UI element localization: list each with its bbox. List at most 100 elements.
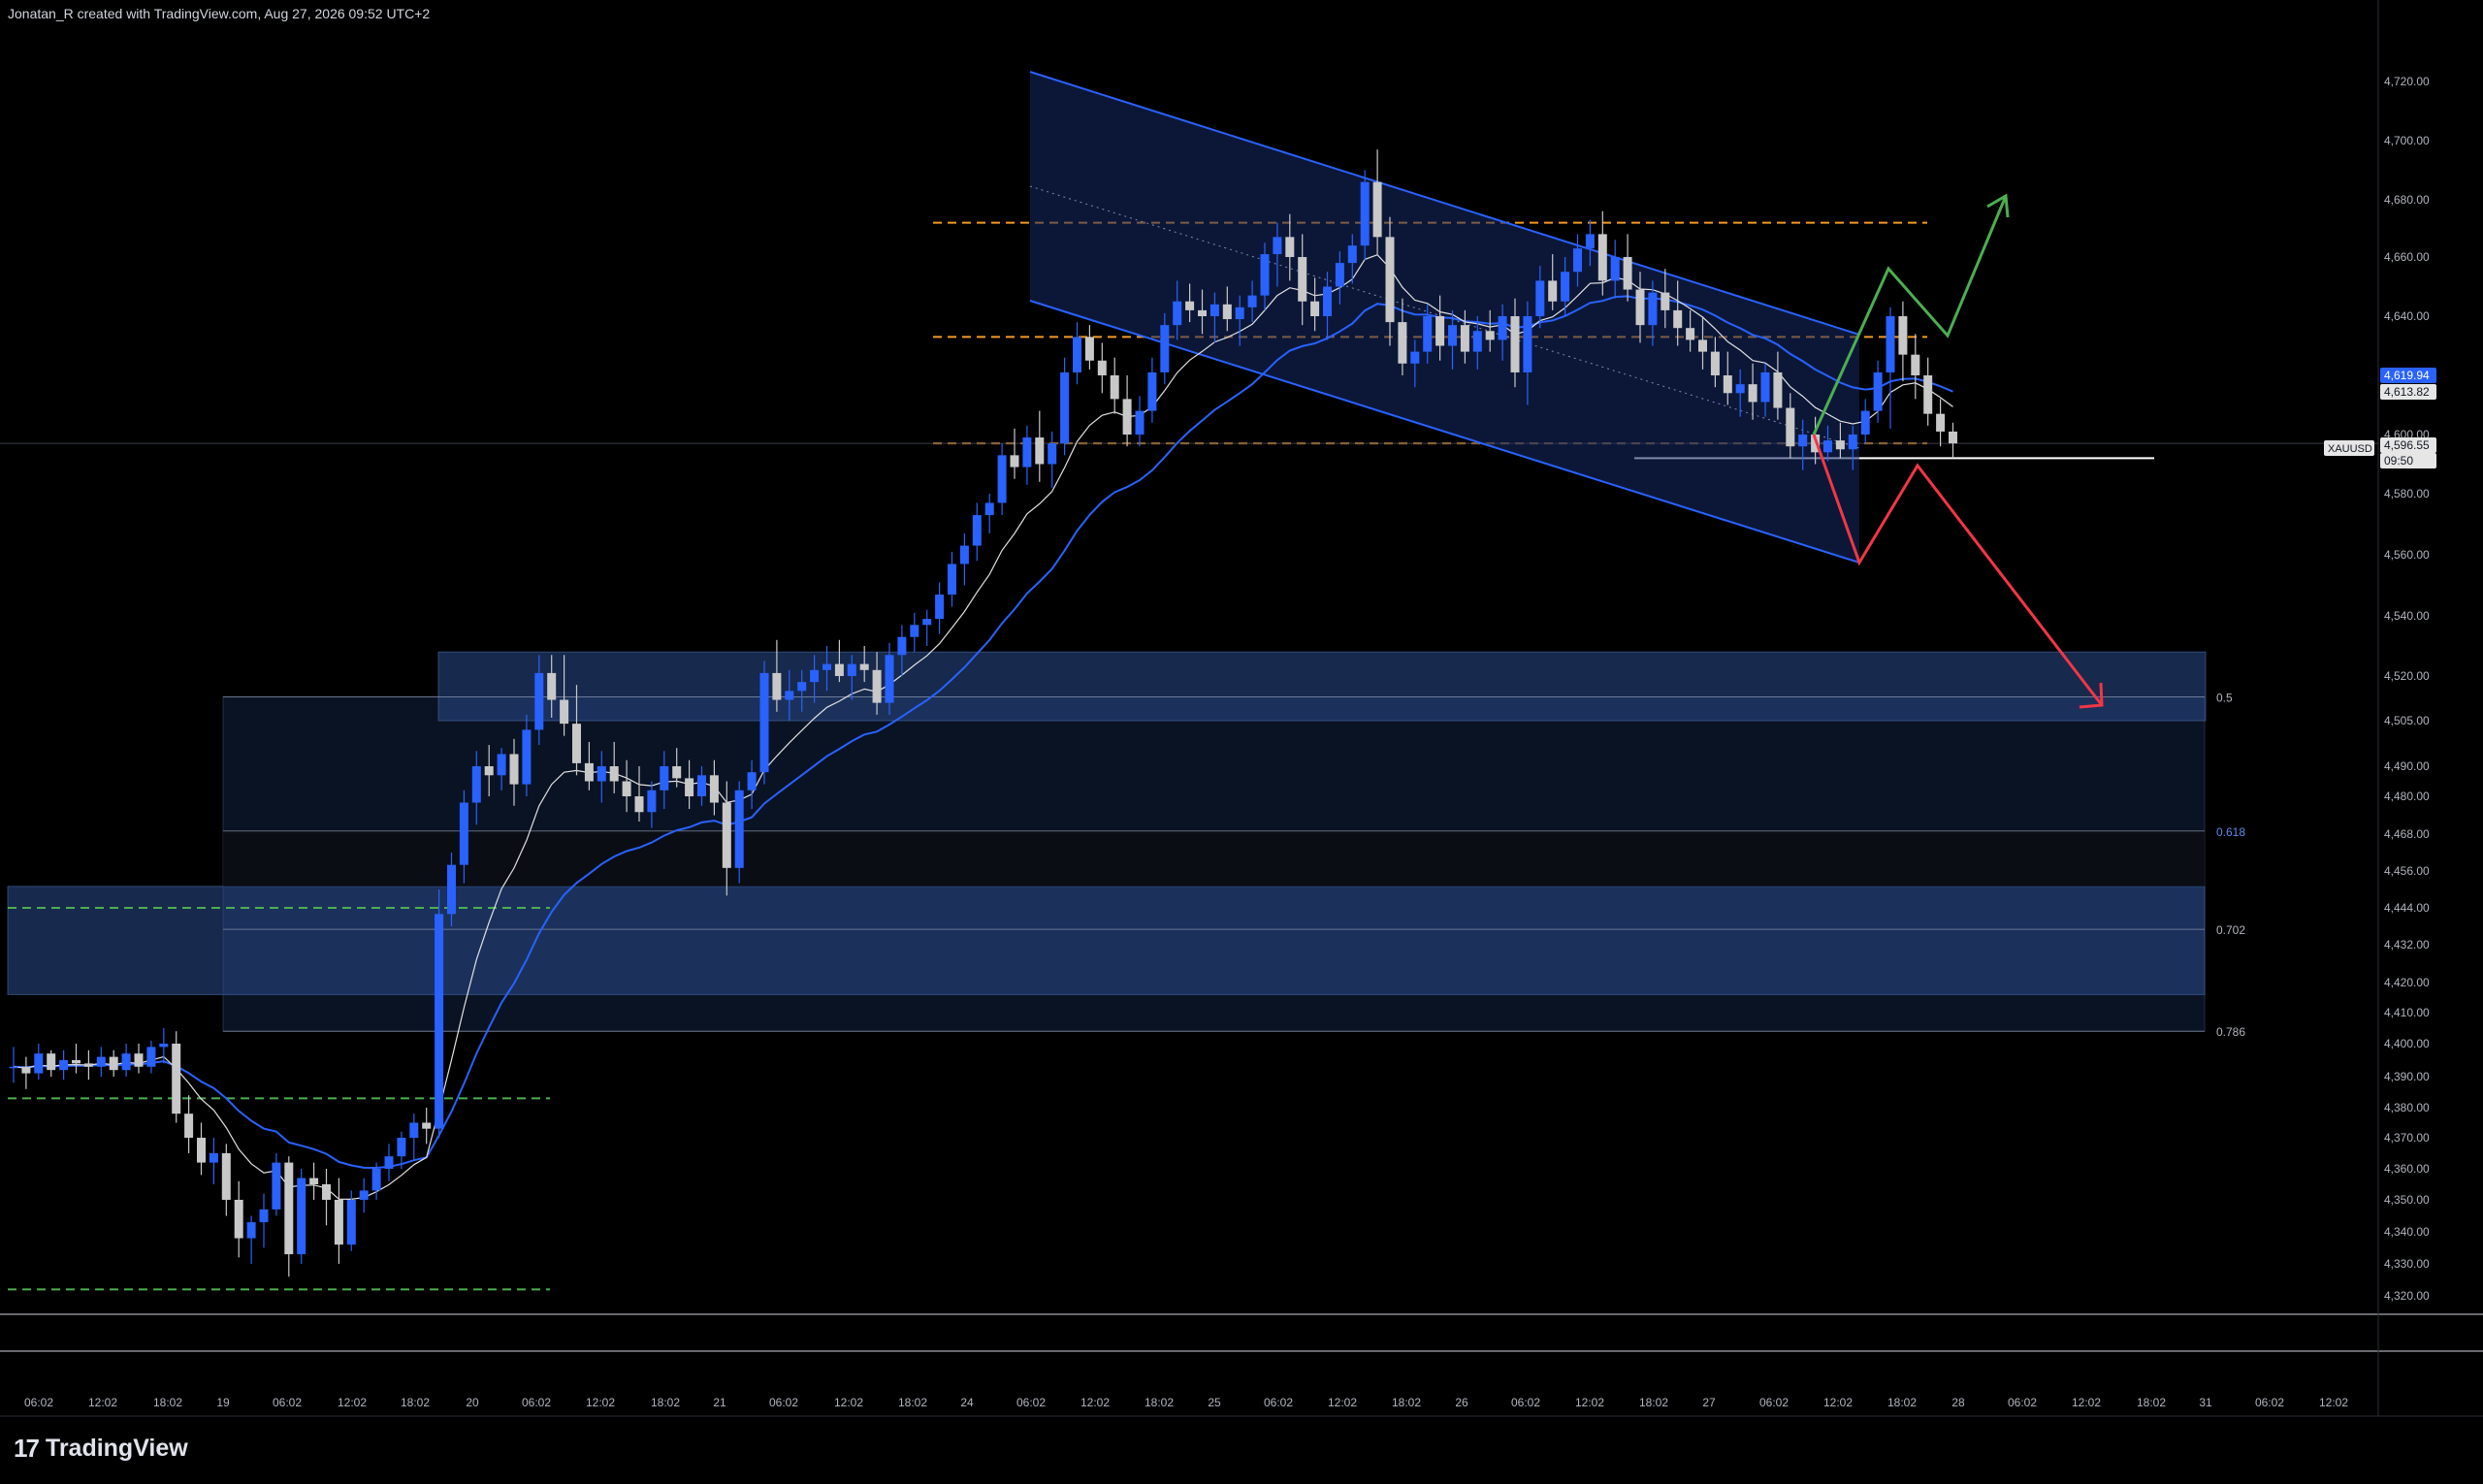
bull-candle [1448,325,1457,346]
bear-candle [1035,437,1045,465]
time-tick-label: 12:02 [1575,1396,1604,1409]
fib-label: 0.5 [2216,691,2233,704]
bear-candle [547,672,557,700]
bear-candle [572,724,581,763]
price-tick-label: 4,720.00 [2384,75,2430,88]
tradingview-logo-text: TradingView [45,1435,188,1462]
time-tick-label: 12:02 [1823,1396,1853,1409]
price-tick-label: 4,580.00 [2384,487,2430,500]
bull-candle [984,502,994,516]
bear-candle [47,1053,56,1071]
bull-candle [1335,263,1344,287]
bear-candle [1310,301,1320,316]
bear-candle [309,1178,319,1184]
time-tick-label: 28 [1951,1396,1965,1409]
bull-candle [121,1053,131,1071]
time-tick-label: 19 [216,1396,230,1409]
bull-candle [734,790,744,868]
bear-candle [1786,407,1795,447]
bull-candle [59,1060,69,1071]
bull-candle [1585,234,1595,249]
bull-candle [1535,280,1545,316]
time-tick-label: 12:02 [1328,1396,1357,1409]
demand-zone-lower [7,886,2206,995]
bear-candle [834,663,844,676]
time-tick-label: 06:02 [2008,1396,2037,1409]
time-tick-label: 12:02 [2072,1396,2101,1409]
price-tick-label: 4,400.00 [2384,1037,2430,1050]
zones-layer [7,651,2207,1032]
bear-candle [1835,440,1845,450]
bull-candle [959,545,969,565]
price-chart[interactable]: 0.5 0.618 0.702 0.786 4,720.00 4,700.00 4,680… [0,0,2483,1484]
bear-candle [322,1184,331,1200]
bear-candle [1597,234,1607,281]
bear-candle [1460,325,1469,352]
time-tick-label: 12:02 [1080,1396,1110,1409]
bull-candle [1247,295,1257,307]
bull-candle [697,775,706,796]
tradingview-logo: 17 TradingView [14,1434,188,1464]
time-tick-label: 18:02 [1639,1396,1668,1409]
bull-candle [409,1122,419,1138]
bear-candle [1385,237,1395,323]
symbol-tag-label: XAUUSD [2328,443,2372,455]
bear-candle [1911,354,1920,375]
price-tag-label: 4,619.94 [2384,369,2430,382]
bull-candle [146,1047,156,1067]
time-tick-label: 06:02 [1759,1396,1789,1409]
bull-candle [1498,316,1507,340]
price-tick-label: 4,480.00 [2384,790,2430,803]
bear-candle [1285,237,1295,257]
price-tick-label: 4,560.00 [2384,548,2430,562]
bear-candle [1548,280,1558,302]
price-tick-label: 4,520.00 [2384,669,2430,683]
time-tick-label: 18:02 [1392,1396,1421,1409]
bull-candle [471,766,481,803]
time-tick-label: 18:02 [2137,1396,2166,1409]
bull-candle [972,515,982,546]
time-tick-label: 18:02 [898,1396,927,1409]
bull-candle [1848,435,1857,450]
bear-candle [1398,322,1407,364]
bull-candle [1073,337,1081,372]
time-tick-label: 06:02 [769,1396,798,1409]
bull-candle [497,754,506,776]
bull-candle [522,729,532,785]
bear-candle [197,1138,206,1163]
bear-candle [1097,360,1107,375]
time-tick-label: 25 [1208,1396,1221,1409]
bull-candle [647,790,657,813]
bull-candle [1610,257,1620,281]
bear-candle [1686,328,1695,340]
bear-candle [859,663,869,670]
bear-candle [1435,316,1445,346]
bull-candle [246,1222,256,1239]
bull-candle [1347,245,1357,264]
bull-candle [34,1053,44,1074]
price-tags-layer: 4,619.94 4,613.82 4,596.55 09:50 XAUUSD [2324,368,2436,468]
bull-candle [1022,437,1032,468]
bull-candle [1209,304,1219,316]
fib-label: 0.702 [2216,923,2245,937]
price-tag-label: 09:50 [2384,454,2413,468]
price-tick-label: 4,660.00 [2384,250,2430,264]
bull-candle [910,625,919,637]
price-tick-label: 4,444.00 [2384,901,2430,915]
price-tick-label: 4,456.00 [2384,864,2430,878]
bear-candle [1372,181,1382,238]
bear-candle [83,1063,93,1067]
price-axis: 4,720.00 4,700.00 4,680.00 4,660.00 4,640.00… [2384,75,2430,1303]
bear-candle [1949,431,1957,444]
time-tick-label: 06:02 [2255,1396,2284,1409]
bear-candle [1222,304,1232,320]
bull-candle [660,766,669,790]
time-axis: 06:02 12:02 18:02 19 06:02 12:02 18:02 20 06:02 1… [24,1396,2348,1409]
bull-candle [1060,371,1070,444]
bull-candle [1360,181,1370,246]
bull-candle [272,1162,281,1210]
time-tick-label: 18:02 [1145,1396,1174,1409]
bear-candle [1748,384,1757,403]
bull-candle [1472,331,1482,352]
time-tick-label: 20 [466,1396,479,1409]
